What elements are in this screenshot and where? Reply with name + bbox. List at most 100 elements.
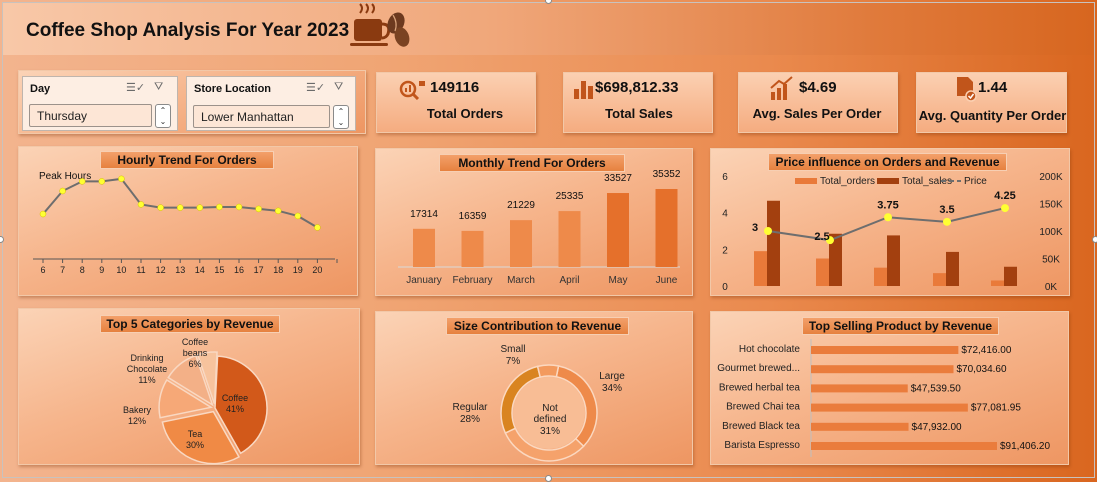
data-label: 21229	[507, 200, 535, 211]
sales-bar	[1004, 266, 1017, 286]
y-tick-label: 0	[722, 282, 728, 293]
multi-select-icon[interactable]: ☰✓	[306, 81, 325, 94]
bar	[811, 403, 968, 412]
data-label: 17314	[410, 209, 438, 220]
kpi-label: Total Orders	[426, 106, 504, 121]
slice-percent: 30%	[186, 440, 204, 450]
bar-chart-icon	[574, 81, 593, 99]
x-tick-label: 12	[156, 265, 166, 275]
legend-entry: Price	[964, 176, 987, 187]
data-point	[196, 204, 204, 211]
hourly-trend-chart: Peak Hours6 7 8 9 10 11 12 13 14 15 16 17 18 19 20	[33, 171, 338, 275]
bar	[461, 230, 484, 267]
slice-label: Bakery	[123, 405, 152, 415]
data-point	[157, 204, 164, 211]
monthly-trend-panel: Monthly Trend For Orders 17314 January 163…	[375, 148, 693, 296]
kpi-label: Avg. Sales Per Order	[752, 106, 882, 121]
price-point	[884, 213, 892, 222]
slice-percent: 28%	[460, 414, 480, 425]
y-tick-label: 200K	[1039, 172, 1063, 183]
donut-slice	[536, 364, 560, 378]
slice-label: Tea	[188, 429, 203, 439]
slice-label: Regular	[452, 402, 488, 413]
slice-percent: 31%	[540, 426, 560, 437]
x-tick-label: 8	[80, 265, 85, 275]
kpi-value: $4.69	[799, 79, 837, 96]
clear-filter-icon[interactable]: ⛛	[154, 81, 163, 94]
x-tick-label: 10	[116, 265, 126, 275]
slice-label: Small	[500, 344, 525, 355]
orders-bar	[754, 251, 767, 286]
slice-percent: 6%	[188, 359, 201, 369]
document-check-icon	[957, 77, 977, 102]
data-label: $47,539.50	[911, 383, 961, 394]
slice-label: Not	[542, 403, 558, 414]
orders-bar	[933, 273, 946, 286]
slice-percent: 12%	[128, 416, 146, 426]
data-label: 3	[752, 222, 758, 234]
top-products-panel: Top Selling Product by Revenue Hot choco…	[710, 311, 1069, 465]
y-tick-label: 0K	[1045, 282, 1058, 293]
slicer-scroll-spinner[interactable]: ⌃ ⌄	[333, 105, 349, 129]
store-location-slicer[interactable]: Store Location ☰✓ ⛛ Lower Manhattan ⌃ ⌄	[186, 76, 356, 131]
bar	[558, 211, 581, 267]
x-tick-label: 19	[293, 265, 303, 275]
data-point	[255, 205, 262, 213]
slicer-selected-value[interactable]: Lower Manhattan	[193, 105, 330, 128]
legend-entry: Total_orders	[820, 176, 875, 187]
legend-swatch	[877, 178, 899, 184]
slice-label: Drinking	[130, 353, 163, 363]
data-point	[274, 207, 282, 215]
data-label: 4.25	[994, 190, 1015, 202]
data-label: 2.5	[814, 231, 829, 243]
x-tick-label: 11	[136, 265, 145, 275]
data-point	[216, 203, 223, 211]
orders-bar	[874, 267, 887, 286]
y-tick-label: 50K	[1042, 255, 1060, 266]
kpi-card-avg-sales: $4.69 Avg. Sales Per Order	[738, 72, 898, 133]
x-tick-label: March	[507, 275, 535, 286]
data-label: 3.75	[877, 199, 898, 211]
clear-filter-icon[interactable]: ⛛	[334, 81, 343, 94]
dashboard-title: Coffee Shop Analysis For Year 2023	[26, 20, 350, 41]
data-point	[137, 201, 145, 208]
price-influence-panel: Price influence on Orders and Revenue 02…	[710, 148, 1070, 296]
growth-chart-icon	[770, 76, 793, 100]
x-tick-label: 14	[195, 265, 205, 275]
day-slicer[interactable]: Day ☰✓ ⛛ Thursday ⌃ ⌄	[22, 76, 178, 131]
data-label: $72,416.00	[961, 345, 1011, 356]
x-tick-label: 9	[99, 265, 104, 275]
data-point	[235, 203, 243, 211]
kpi-value: 1.44	[978, 79, 1008, 96]
data-point	[176, 204, 184, 211]
x-tick-label: January	[406, 275, 442, 286]
price-point	[943, 217, 951, 226]
category-label: Brewed Chai tea	[726, 402, 800, 413]
selection-handle[interactable]	[1092, 236, 1097, 243]
x-tick-label: 16	[234, 265, 244, 275]
slice-label: beans	[183, 348, 208, 358]
data-label: $70,034.60	[957, 364, 1007, 375]
data-point	[78, 178, 86, 185]
price-point	[1001, 204, 1009, 213]
selection-handle[interactable]	[545, 475, 552, 482]
slicer-scroll-spinner[interactable]: ⌃ ⌄	[155, 104, 171, 128]
slice-label: Coffee	[222, 393, 248, 403]
y-tick-label: 4	[722, 209, 728, 220]
series-line	[42, 177, 318, 229]
x-tick-label: 13	[175, 265, 185, 275]
x-tick-label: June	[656, 275, 678, 286]
slice-percent: 34%	[602, 383, 622, 394]
price-line	[767, 207, 1006, 242]
slice-label: Chocolate	[127, 364, 168, 374]
data-label: $91,406.20	[1000, 441, 1050, 452]
y-tick-label: 150K	[1039, 200, 1063, 211]
data-label: 33527	[604, 173, 632, 184]
category-label: Hot chocolate	[739, 344, 801, 355]
multi-select-icon[interactable]: ☰✓	[126, 81, 145, 94]
kpi-value: 149116	[430, 79, 480, 96]
slicer-selected-value[interactable]: Thursday	[29, 104, 152, 127]
bar	[811, 346, 959, 354]
orders-bar	[816, 258, 829, 286]
x-tick-label: February	[452, 275, 492, 286]
